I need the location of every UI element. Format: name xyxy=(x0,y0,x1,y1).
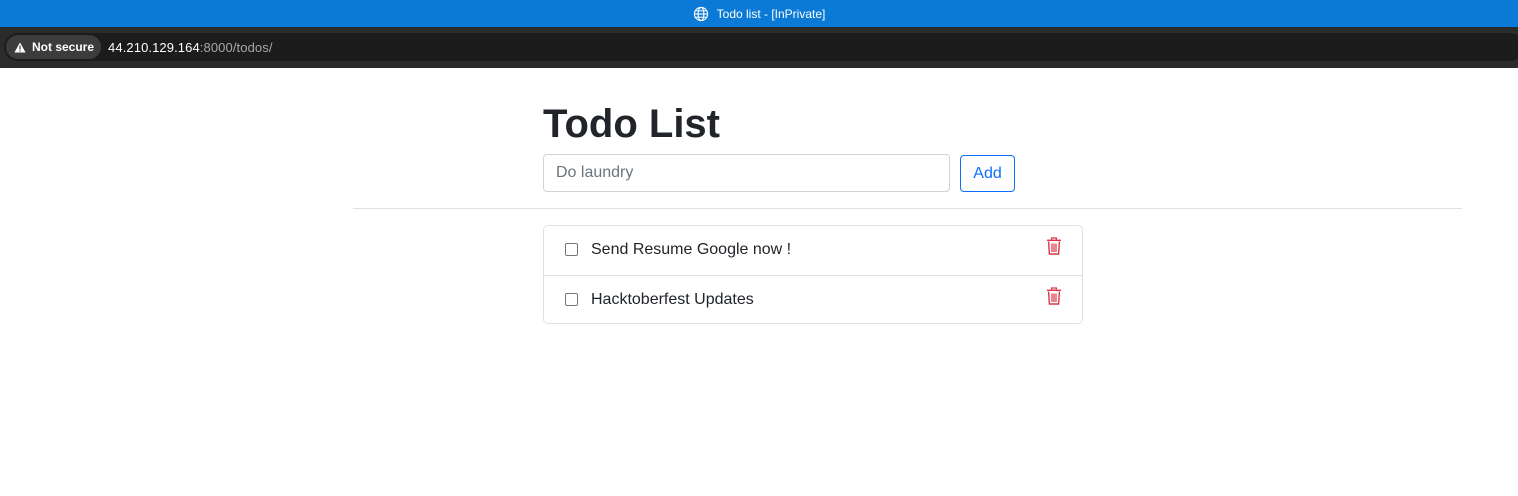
page-title: Todo List xyxy=(543,102,720,146)
omnibox[interactable]: Not secure 44.210.129.164:8000/todos/ xyxy=(4,33,1518,61)
trash-icon[interactable] xyxy=(1046,237,1062,255)
url-path: :8000/todos/ xyxy=(199,39,273,55)
globe-icon xyxy=(693,6,709,22)
todo-input[interactable] xyxy=(543,154,950,192)
window-title-bar: Todo list - [InPrivate] xyxy=(0,0,1518,27)
todo-item: Send Resume Google now ! xyxy=(544,226,1082,275)
todo-checkbox[interactable] xyxy=(565,243,578,256)
divider xyxy=(353,208,1462,209)
security-label: Not secure xyxy=(32,40,95,54)
todo-checkbox[interactable] xyxy=(565,293,578,306)
trash-icon[interactable] xyxy=(1046,287,1062,305)
todo-text: Send Resume Google now ! xyxy=(591,241,792,258)
warning-icon xyxy=(14,42,26,53)
window-title: Todo list - [InPrivate] xyxy=(716,6,826,21)
security-indicator[interactable]: Not secure xyxy=(6,35,102,59)
url-host: 44.210.129.164 xyxy=(108,39,200,55)
add-button[interactable]: Add xyxy=(960,155,1015,192)
todo-text: Hacktoberfest Updates xyxy=(591,291,754,308)
address-bar: Not secure 44.210.129.164:8000/todos/ xyxy=(0,27,1518,68)
todo-list: Send Resume Google now ! Hacktoberfest U… xyxy=(543,225,1083,324)
url-text[interactable]: 44.210.129.164:8000/todos/ xyxy=(108,40,273,55)
todo-item: Hacktoberfest Updates xyxy=(544,275,1082,323)
